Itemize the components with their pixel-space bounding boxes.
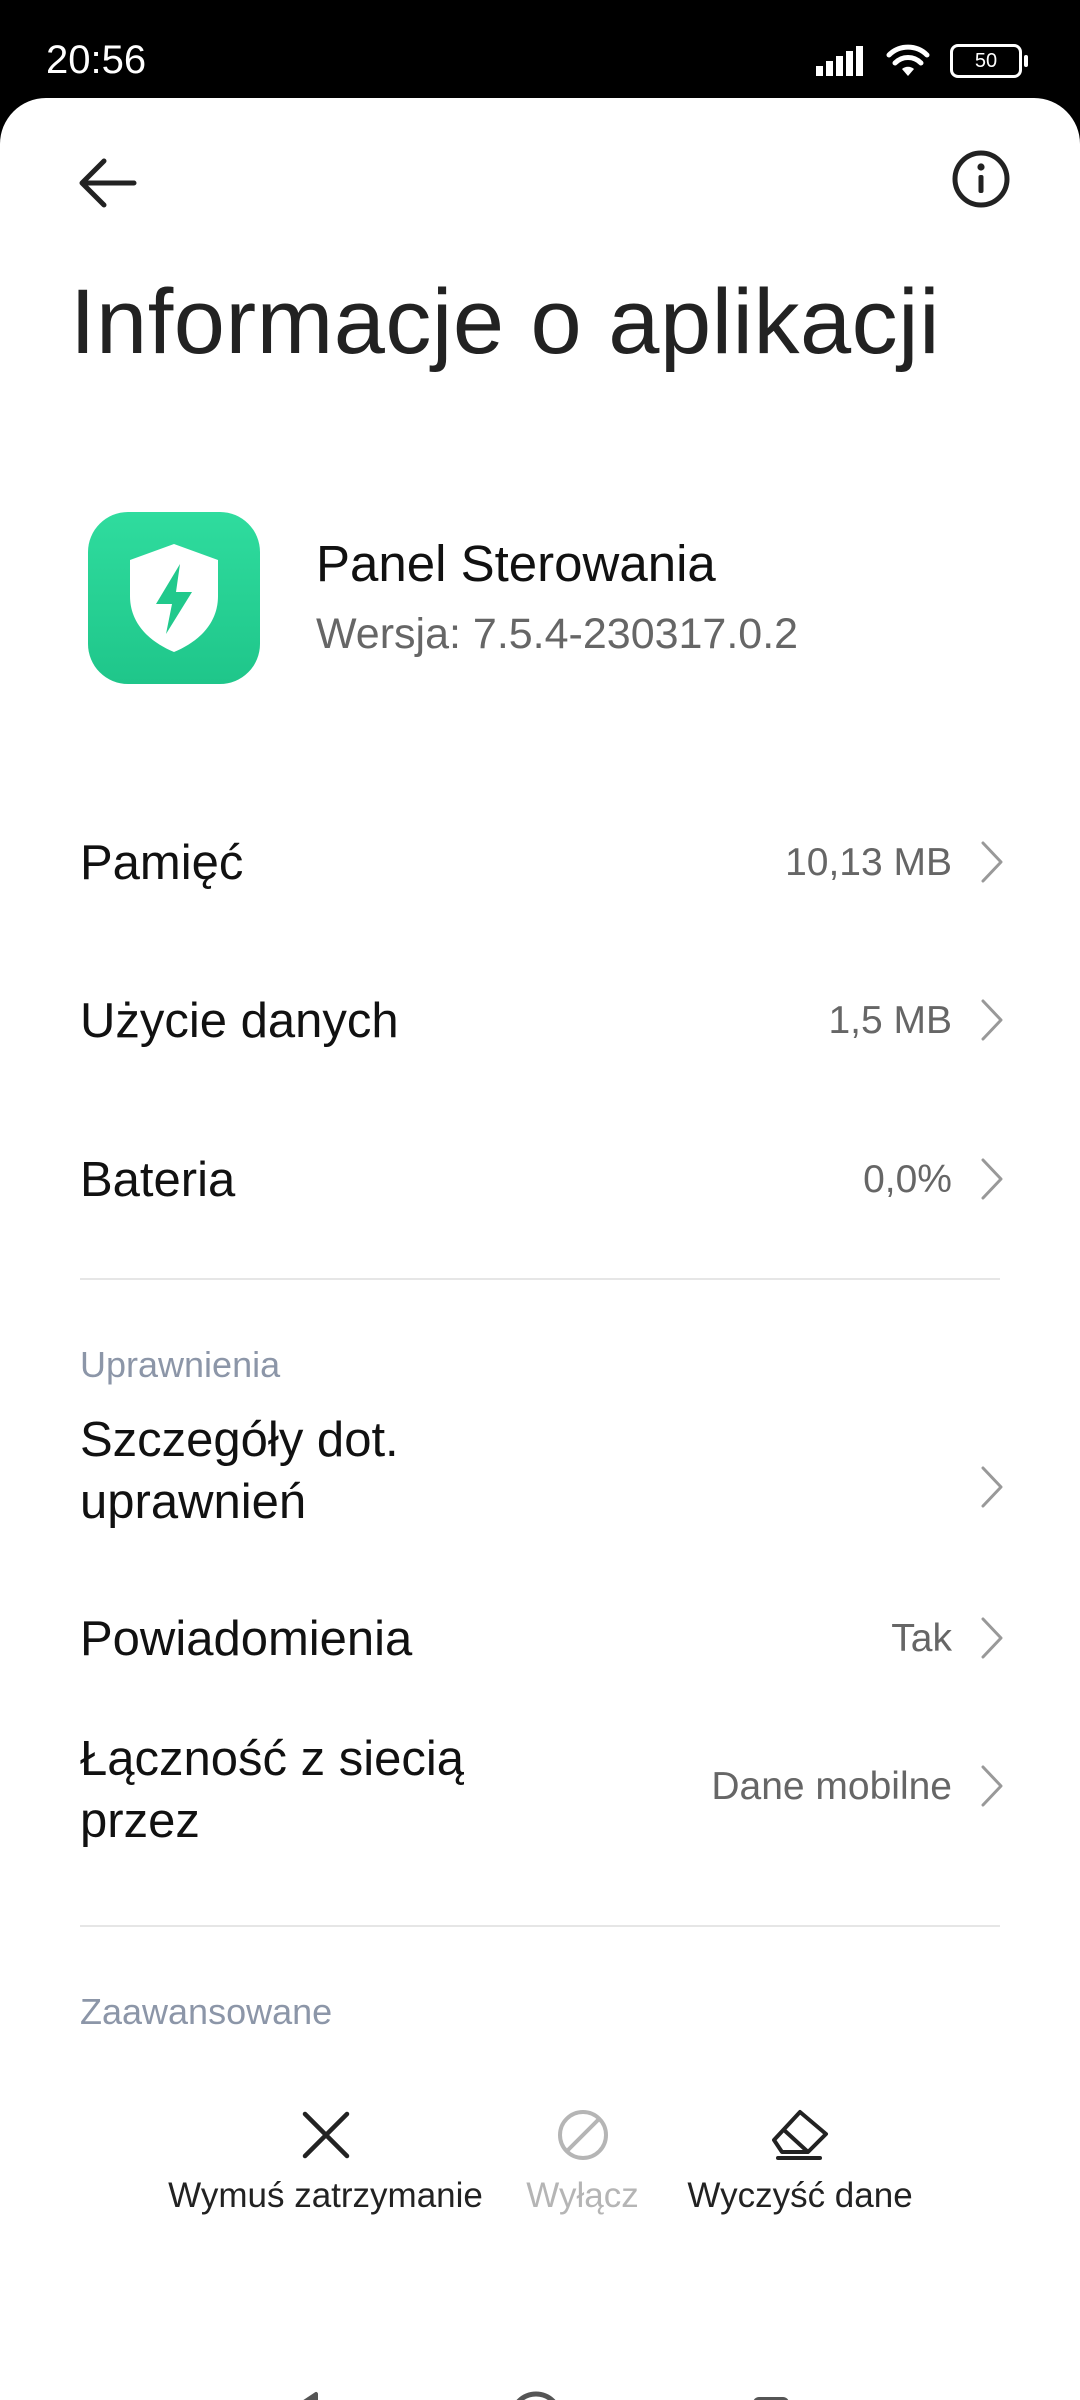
chevron-right-icon [981, 1466, 1003, 1508]
nav-back-icon[interactable] [276, 2390, 322, 2400]
block-icon [557, 2110, 608, 2160]
chevron-right-icon [981, 1765, 1003, 1807]
disable-button[interactable]: Wyłącz [510, 2108, 655, 2216]
row-label: Powiadomienia [80, 1612, 413, 1666]
row-label-line2: przez [80, 1794, 200, 1848]
app-info-sheet: Informacje o aplikacji Panel Sterowania … [0, 98, 1080, 2400]
close-icon [302, 2111, 349, 2159]
battery-icon: 50 [950, 44, 1028, 78]
section-title-permissions: Uprawnienia [80, 1344, 281, 1385]
signal-icon [816, 46, 863, 76]
chevron-right-icon [981, 841, 1003, 883]
navigation-bar [0, 2348, 1080, 2400]
row-value: 1,5 MB [828, 999, 952, 1042]
row-label-line1: Szczegóły dot. [80, 1413, 399, 1467]
disable-label: Wyłącz [526, 2176, 639, 2215]
chevron-right-icon [981, 1617, 1003, 1659]
app-version: Wersja: 7.5.4-230317.0.2 [316, 610, 799, 658]
row-notifications[interactable]: Powiadomienia Tak [0, 1588, 1080, 1738]
info-icon[interactable] [950, 148, 1012, 210]
eraser-icon [772, 2110, 828, 2160]
force-stop-label: Wymuś zatrzymanie [168, 2176, 483, 2215]
divider [80, 1925, 1000, 1927]
chevron-right-icon [981, 1158, 1003, 1200]
row-battery[interactable]: Bateria 0,0% [0, 1105, 1080, 1255]
row-value: 10,13 MB [785, 841, 952, 884]
clear-data-button[interactable]: Wyczyść dane [682, 2108, 918, 2216]
status-icons: 50 [816, 44, 1028, 78]
app-name: Panel Sterowania [316, 535, 716, 592]
status-bar: 20:56 50 [0, 0, 1080, 100]
divider [80, 1278, 1000, 1280]
row-label-line1: Łączność z siecią [80, 1732, 465, 1786]
status-time: 20:56 [46, 38, 147, 82]
section-title-advanced: Zaawansowane [80, 1991, 333, 2032]
wifi-icon [886, 44, 930, 76]
row-label-line2: uprawnień [80, 1475, 307, 1529]
chevron-right-icon [981, 999, 1003, 1041]
app-icon [88, 512, 260, 684]
row-label: Pamięć [80, 836, 244, 890]
row-value: 0,0% [863, 1158, 952, 1201]
row-value: Tak [891, 1617, 952, 1660]
row-data-usage[interactable]: Użycie danych 1,5 MB [0, 946, 1080, 1096]
row-permission-details[interactable]: Szczegóły dot. uprawnień [0, 1403, 1080, 1573]
back-arrow-icon[interactable] [74, 150, 140, 216]
row-label: Bateria [80, 1153, 236, 1207]
clear-data-label: Wyczyść dane [687, 2176, 913, 2215]
row-label: Użycie danych [80, 994, 399, 1048]
page-title: Informacje o aplikacji [70, 271, 941, 373]
nav-recents-icon[interactable] [750, 2394, 792, 2400]
row-storage[interactable]: Pamięć 10,13 MB [0, 788, 1080, 938]
row-value: Dane mobilne [711, 1765, 952, 1808]
force-stop-button[interactable]: Wymuś zatrzymanie [168, 2108, 483, 2216]
row-network-access[interactable]: Łączność z siecią przez Dane mobilne [0, 1728, 1080, 1908]
nav-home-icon[interactable] [506, 2388, 566, 2400]
shield-bolt-icon [130, 544, 218, 652]
